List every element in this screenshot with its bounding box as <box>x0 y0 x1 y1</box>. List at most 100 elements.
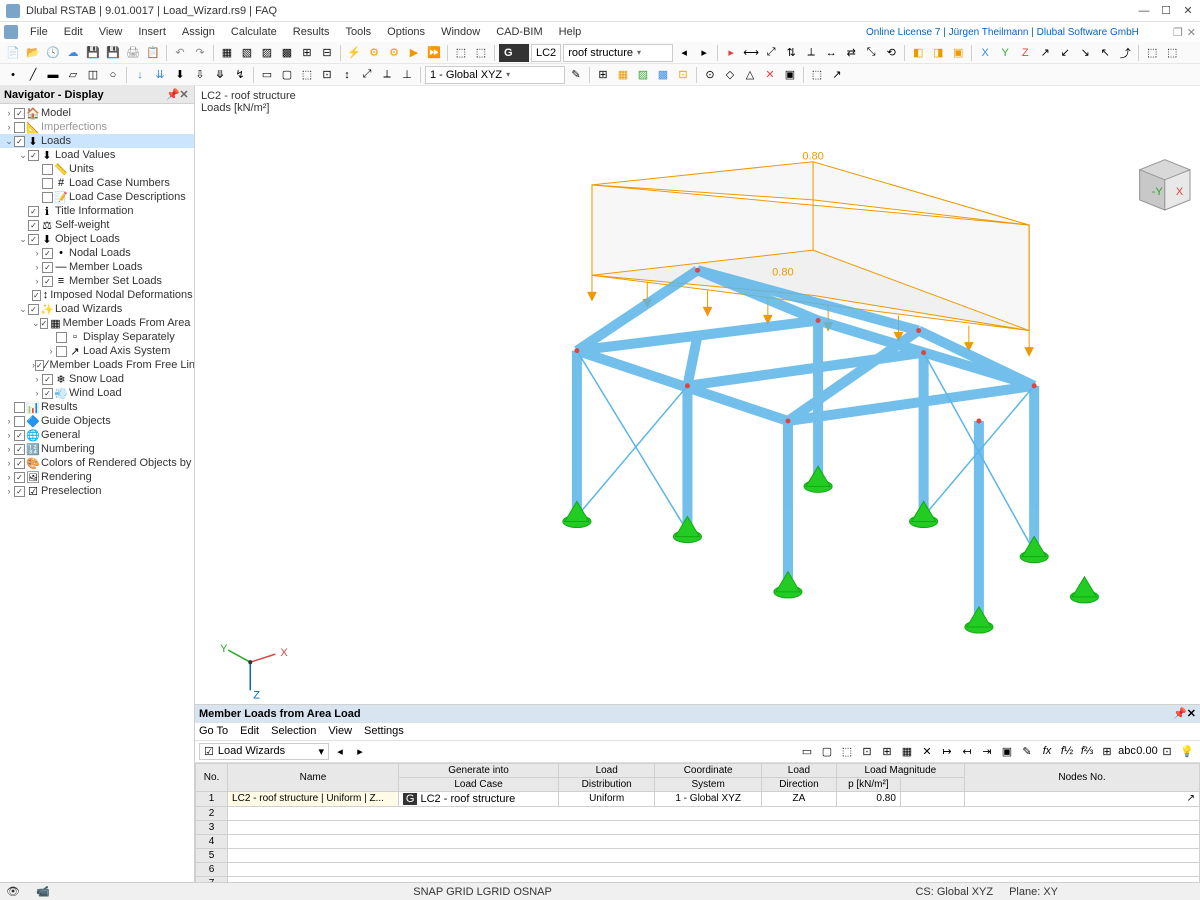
table-row[interactable]: 1 LC2 - roof structure | Uniform | Z... … <box>196 791 1200 806</box>
menu-file[interactable]: File <box>22 24 56 40</box>
expand-icon[interactable]: ⌄ <box>18 234 28 245</box>
menu-tools[interactable]: Tools <box>337 24 379 40</box>
ax-y-icon[interactable]: Y <box>996 44 1014 62</box>
table-row[interactable]: 6 <box>196 862 1200 876</box>
tree-node[interactable]: ›🔷Guide Objects <box>0 414 194 428</box>
pt4-icon[interactable]: ⊡ <box>858 742 876 760</box>
panel-menu-goto[interactable]: Go To <box>199 725 228 737</box>
table-row[interactable]: 2 <box>196 806 1200 820</box>
checkbox[interactable] <box>28 220 39 231</box>
table-row[interactable]: 5 <box>196 848 1200 862</box>
load2-icon[interactable]: ⇊ <box>151 66 169 84</box>
table-row[interactable]: 4 <box>196 834 1200 848</box>
menu-calculate[interactable]: Calculate <box>223 24 285 40</box>
checkbox[interactable] <box>42 248 53 259</box>
expand-icon[interactable]: › <box>46 346 56 356</box>
sel4-icon[interactable]: ⊡ <box>318 66 336 84</box>
load1-icon[interactable]: ↓ <box>131 66 149 84</box>
lc-code-drop[interactable]: LC2 <box>531 44 561 62</box>
checkbox[interactable] <box>42 276 53 287</box>
pt16-icon[interactable]: ⊡ <box>1158 742 1176 760</box>
tree-node[interactable]: ⚖Self-weight <box>0 218 194 232</box>
pt-fx3-icon[interactable]: f⅔ <box>1078 742 1096 760</box>
frame2-icon[interactable]: ⬚ <box>472 44 490 62</box>
pt1-icon[interactable]: ▭ <box>798 742 816 760</box>
col-sys[interactable]: System <box>655 777 762 791</box>
menu-help[interactable]: Help <box>551 24 590 40</box>
pt13-icon[interactable]: ⊞ <box>1098 742 1116 760</box>
load4-icon[interactable]: ⇩ <box>191 66 209 84</box>
cube2-icon[interactable]: ◨ <box>929 44 947 62</box>
checkbox[interactable] <box>14 458 25 469</box>
navigator-pin-icon[interactable]: 📌 <box>166 88 178 101</box>
menu-assign[interactable]: Assign <box>174 24 223 40</box>
data-grid[interactable]: No. Name Generate into Load Coordinate L… <box>195 763 1200 882</box>
expand-icon[interactable]: ⌄ <box>18 304 28 315</box>
tree-node[interactable]: ▫Display Separately <box>0 330 194 344</box>
next-lc-icon[interactable]: ▸ <box>695 44 713 62</box>
member-icon[interactable]: ▬ <box>44 66 62 84</box>
sel5-icon[interactable]: ↕ <box>338 66 356 84</box>
checkbox[interactable] <box>42 164 53 175</box>
pt14-icon[interactable]: abc <box>1118 742 1136 760</box>
viewport-canvas[interactable]: 0.80 0.80 <box>195 118 1200 704</box>
dim6-icon[interactable]: ⇄ <box>842 44 860 62</box>
pt6-icon[interactable]: ▦ <box>898 742 916 760</box>
menu-insert[interactable]: Insert <box>130 24 174 40</box>
ax2-icon[interactable]: ↙ <box>1056 44 1074 62</box>
panel-menu-view[interactable]: View <box>328 725 352 737</box>
menu-view[interactable]: View <box>91 24 131 40</box>
col-p[interactable]: p [kN/m²] <box>836 777 900 791</box>
dim8-icon[interactable]: ⟲ <box>882 44 900 62</box>
grid5-icon[interactable]: ⊡ <box>674 66 692 84</box>
expand-icon[interactable]: ⌄ <box>4 136 14 147</box>
menu-window[interactable]: Window <box>433 24 488 40</box>
checkbox[interactable] <box>14 444 25 455</box>
tree-node[interactable]: ›🏠Model <box>0 106 194 120</box>
sel6-icon[interactable]: ⤢ <box>358 66 376 84</box>
status-eye-icon[interactable]: 👁 <box>6 885 20 898</box>
col-dir-h[interactable]: Load <box>762 763 837 777</box>
snap4-icon[interactable]: ✕ <box>761 66 779 84</box>
col-gen-h[interactable]: Generate into <box>398 763 558 777</box>
view3-icon[interactable]: ▨ <box>258 44 276 62</box>
ax5-icon[interactable]: ⤴ <box>1116 44 1134 62</box>
grid3-icon[interactable]: ▨ <box>634 66 652 84</box>
snap1-icon[interactable]: ⊙ <box>701 66 719 84</box>
pt11-icon[interactable]: ▣ <box>998 742 1016 760</box>
checkbox[interactable] <box>14 472 25 483</box>
load-wizards-drop[interactable]: ☑ Load Wizards▾ <box>199 743 329 760</box>
gears-icon[interactable]: ⚙ <box>385 44 403 62</box>
pt3-icon[interactable]: ⬚ <box>838 742 856 760</box>
sel8-icon[interactable]: ⊥ <box>398 66 416 84</box>
expand-icon[interactable]: › <box>4 486 14 496</box>
pt7-icon[interactable]: ✕ <box>918 742 936 760</box>
view4-icon[interactable]: ▩ <box>278 44 296 62</box>
status-cam-icon[interactable]: 📹 <box>36 885 50 898</box>
checkbox[interactable] <box>28 150 39 161</box>
misc1-icon[interactable]: ⬚ <box>808 66 826 84</box>
checkbox[interactable] <box>14 402 25 413</box>
expand-icon[interactable]: ⌄ <box>18 150 28 161</box>
ax-z-icon[interactable]: Z <box>1016 44 1034 62</box>
minimize-button[interactable]: — <box>1138 5 1150 17</box>
view6-icon[interactable]: ⊟ <box>318 44 336 62</box>
snap3-icon[interactable]: △ <box>741 66 759 84</box>
flag-icon[interactable]: ▸ <box>722 44 740 62</box>
panel-menu-selection[interactable]: Selection <box>271 725 316 737</box>
checkbox[interactable] <box>42 262 53 273</box>
view1-icon[interactable]: ▦ <box>218 44 236 62</box>
checkbox[interactable] <box>32 290 41 301</box>
tree-node[interactable]: ›📐Imperfections <box>0 120 194 134</box>
tree-node[interactable]: 📏Units <box>0 162 194 176</box>
node-icon[interactable]: • <box>4 66 22 84</box>
pt9-icon[interactable]: ↤ <box>958 742 976 760</box>
lc-name-drop[interactable]: roof structure▾ <box>563 44 673 62</box>
grid2-icon[interactable]: ▦ <box>614 66 632 84</box>
tree-node[interactable]: ›🖼Rendering <box>0 470 194 484</box>
panel-menu-settings[interactable]: Settings <box>364 725 404 737</box>
panel-pin-icon[interactable]: 📌 <box>1173 707 1187 720</box>
expand-icon[interactable]: › <box>4 458 14 468</box>
expand-icon[interactable]: › <box>32 374 42 384</box>
menu-edit[interactable]: Edit <box>56 24 91 40</box>
